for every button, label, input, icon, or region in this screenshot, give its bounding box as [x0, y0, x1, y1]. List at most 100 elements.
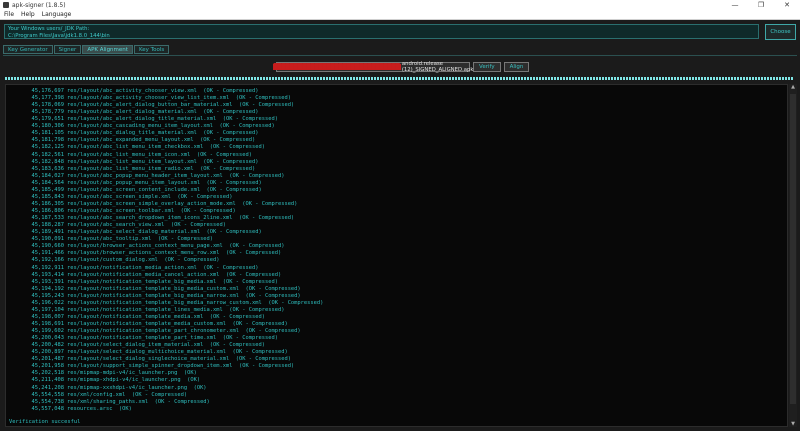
log-offset: 45,184,564 [31, 179, 64, 186]
log-offset: 45,180,306 [31, 123, 64, 130]
align-button[interactable]: Align [503, 62, 530, 72]
log-offset: 45,554,558 [31, 391, 64, 398]
apk-file-name: android.release (12)_SIGNED_ALIGNED.apk [401, 61, 474, 73]
log-line: 45,557,048 resources.arsc (OK) [9, 406, 132, 412]
log-entry: res/layout/abc_cascading_menu_item_layou… [67, 123, 275, 130]
log-line: 45,180,306 res/layout/abc_cascading_menu_… [9, 123, 275, 129]
log-line: 45,182,561 res/layout/abc_list_menu_item_… [9, 152, 252, 158]
log-line: 45,178,069 res/layout/abc_alert_dialog_bu… [9, 102, 295, 108]
log-offset: 45,178,779 [31, 109, 64, 116]
log-line: 45,185,499 res/layout/abc_screen_content_… [9, 187, 262, 193]
log-offset: 45,198,691 [31, 320, 64, 327]
log-offset: 45,192,911 [31, 264, 64, 271]
progress-bar [5, 77, 794, 80]
menu-language[interactable]: Language [42, 11, 72, 18]
log-entry: res/layout/abc_screen_content_include.xm… [67, 186, 262, 193]
log-line: 45,187,533 res/layout/abc_search_dropdown… [9, 215, 295, 222]
log-entry: res/xml/sharing_paths.xml (OK - Compress… [67, 398, 210, 405]
log-offset: 45,184,027 [31, 172, 64, 179]
verify-button[interactable]: Verify [473, 62, 501, 72]
log-line: 45,199,602 res/layout/notification_templa… [9, 328, 301, 334]
redacted-path: ███████████████████████████████ [272, 64, 401, 70]
log-entry: res/mipmap-xxxhdpi-v4/ic_launcher.png (O… [67, 384, 207, 391]
log-line: 45,202,518 res/mipmap-mdpi-v4/ic_launcher… [9, 370, 197, 376]
log-offset: 45,187,533 [31, 215, 64, 222]
log-entry: res/layout/abc_list_menu_item_checkbox.x… [67, 144, 265, 151]
log-scrollbar[interactable]: ▲ ▼ [789, 84, 797, 427]
log-offset: 45,200,897 [31, 349, 64, 356]
log-line: 45,186,806 res/layout/abc_screen_toolbar.… [9, 208, 236, 214]
log-entry: res/layout/abc_screen_toolbar.xml (OK - … [67, 208, 236, 215]
log-line: 45,176,697 res/layout/abc_activity_choose… [9, 88, 259, 94]
minimize-button[interactable]: — [722, 0, 748, 10]
log-entry: res/layout/abc_alert_dialog_material.xml… [67, 109, 259, 116]
log-offset: 45,193,414 [31, 271, 64, 278]
close-button[interactable]: ✕ [774, 0, 800, 10]
log-offset: 45,241,208 [31, 384, 64, 391]
log-offset: 45,181,105 [31, 130, 64, 137]
tab-apk-alignment[interactable]: APK Alignment [82, 45, 133, 54]
menu-file[interactable]: File [4, 11, 14, 18]
log-offset: 45,201,958 [31, 363, 64, 370]
log-entry: res/layout/notification_media_cancel_act… [67, 271, 282, 278]
log-offset: 45,200,043 [31, 335, 64, 342]
scroll-thumb[interactable] [790, 94, 796, 404]
log-output[interactable]: Verification succesful 45,176,697 res/lay… [5, 84, 788, 427]
log-line: 45,200,043 res/layout/notification_templa… [9, 335, 278, 341]
log-line: 45,190,091 res/layout/abc_tooltip.xml (OK… [9, 236, 214, 243]
log-offset: 45,191,466 [31, 250, 64, 257]
log-offset: 45,179,651 [31, 116, 64, 123]
log-offset: 45,194,192 [31, 285, 64, 292]
choose-button[interactable]: Choose [765, 24, 796, 40]
log-line: 45,194,192 res/layout/notification_templa… [9, 286, 301, 292]
log-offset: 45,189,491 [31, 229, 64, 236]
log-line: 45,181,798 res/layout/abc_expanded_menu_l… [9, 137, 256, 144]
log-offset: 45,201,487 [31, 356, 64, 363]
log-offset: 45,196,022 [31, 299, 64, 306]
window-title: apk-signer (1.8.5) [12, 1, 66, 9]
log-offset: 45,181,798 [31, 137, 64, 144]
log-line: 45,200,482 res/layout/select_dialog_item_… [9, 342, 265, 348]
log-line: 45,198,007 res/layout/notification_templa… [9, 314, 265, 320]
log-offset: 45,190,091 [31, 236, 64, 243]
tab-key-tools[interactable]: Key Tools [133, 45, 170, 54]
log-line: 45,193,391 res/layout/notification_templa… [9, 279, 278, 285]
log-entry: res/layout/abc_alert_dialog_title_materi… [67, 116, 278, 123]
log-line: 45,186,305 res/layout/abc_screen_simple_o… [9, 201, 298, 207]
log-offset: 45,188,287 [31, 222, 64, 229]
log-offset: 45,200,482 [31, 342, 64, 349]
log-line: 45,179,651 res/layout/abc_alert_dialog_ti… [9, 116, 278, 122]
log-entry: res/layout/abc_search_dropdown_item_icon… [67, 215, 295, 222]
scroll-down-icon[interactable]: ▼ [790, 421, 796, 427]
log-entry: res/layout/abc_popup_menu_header_item_la… [67, 172, 285, 179]
log-entry: res/layout/abc_list_menu_item_radio.xml … [67, 165, 256, 172]
log-line: 45,182,125 res/layout/abc_list_menu_item_… [9, 144, 265, 150]
log-line: 45,554,558 res/xml/config.xml (OK - Compr… [9, 391, 188, 398]
log-line: 45,185,843 res/layout/abc_screen_simple.x… [9, 194, 233, 200]
log-line: 45,192,166 res/layout/custom_dialog.xml (… [9, 257, 220, 263]
tab-key-generator[interactable]: Key Generator [3, 45, 53, 54]
log-entry: resources.arsc (OK) [67, 405, 132, 412]
log-offset: 45,177,398 [31, 95, 64, 102]
log-line: 45,241,208 res/mipmap-xxxhdpi-v4/ic_launc… [9, 385, 207, 391]
log-entry: res/layout/notification_template_part_ti… [67, 335, 278, 342]
apk-file-button[interactable]: ███████████████████████████████ android.… [272, 61, 473, 73]
app-icon [3, 2, 9, 8]
log-line: 45,211,408 res/mipmap-xhdpi-v4/ic_launche… [9, 377, 201, 383]
log-entry: res/layout/abc_search_view.xml (OK - Com… [67, 222, 227, 229]
menu-help[interactable]: Help [21, 11, 35, 18]
menu-bar: File Help Language [0, 10, 800, 20]
log-offset: 45,198,007 [31, 313, 64, 320]
jdk-path-field[interactable]: Your Windows users/_JDK Path: C:\Program… [4, 24, 759, 39]
log-line: 45,192,911 res/layout/notification_media_… [9, 264, 259, 271]
log-line: 45,177,398 res/layout/abc_activity_choose… [9, 95, 291, 101]
log-offset: 45,192,166 [31, 257, 64, 264]
log-entry: res/layout/abc_popup_menu_item_layout.xm… [67, 179, 262, 186]
scroll-up-icon[interactable]: ▲ [790, 84, 796, 90]
tab-signer[interactable]: Signer [53, 45, 82, 54]
log-entry: res/layout/select_dialog_singlechoice_ma… [67, 356, 291, 363]
log-offset: 45,197,104 [31, 306, 64, 313]
log-offset: 45,202,518 [31, 370, 64, 377]
maximize-button[interactable]: ❐ [748, 0, 774, 10]
log-offset: 45,183,636 [31, 165, 64, 172]
